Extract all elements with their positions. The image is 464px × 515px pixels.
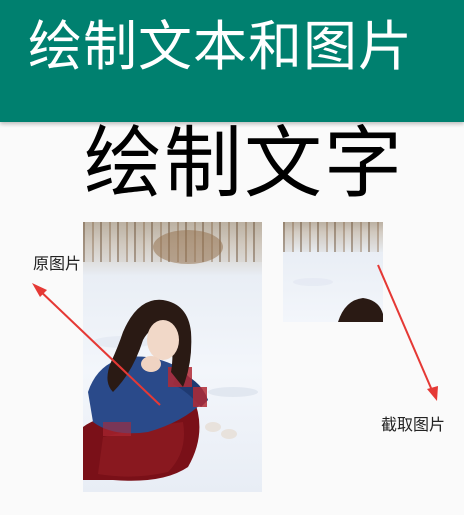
app-title: 绘制文本和图片: [28, 15, 413, 78]
cropped-image-label: 截取图片: [381, 415, 446, 434]
drawn-text: 绘制文字: [84, 119, 405, 209]
girl-figure: [83, 299, 258, 481]
arrow-cropped: [377, 264, 435, 396]
original-image-label: 原图片: [33, 254, 82, 273]
arrow-original-head: [32, 283, 47, 297]
cropped-figure: [293, 278, 383, 322]
app-bar: 绘制文本和图片: [0, 0, 464, 122]
original-image: [83, 222, 262, 492]
arrow-cropped-head: [427, 386, 438, 401]
cropped-image: [283, 222, 383, 322]
